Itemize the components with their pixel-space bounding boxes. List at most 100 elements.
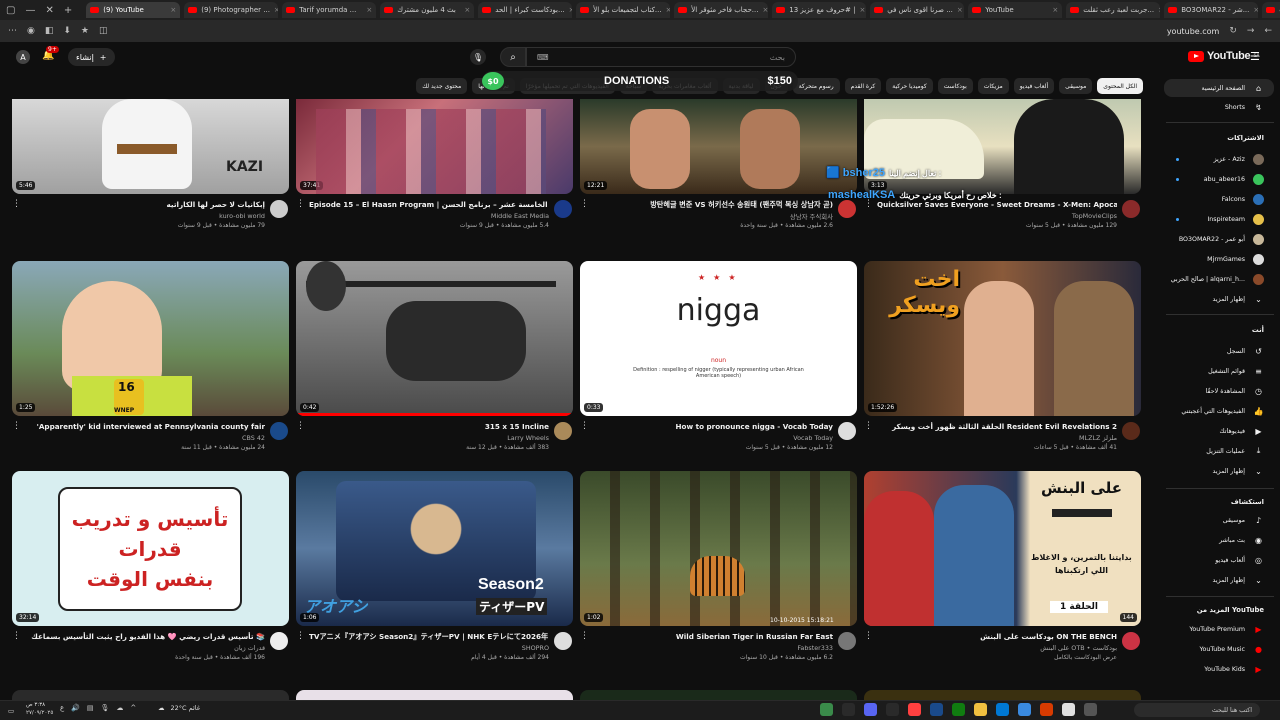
search-button[interactable]: ⌕ — [500, 47, 526, 67]
video-title[interactable]: 방탄헤글 변준 VS 허키선수 송원태 (팬주먹 복싱 상남자 곧) — [593, 200, 833, 210]
close-tab-icon[interactable]: × — [1253, 6, 1258, 14]
edge-icon[interactable] — [1018, 703, 1031, 716]
video-title[interactable]: تأسيس قدرات ريضي 🩷 هذا الفديو راح يثبت ا… — [25, 632, 265, 641]
browser-tab[interactable]: YouTube × — [968, 2, 1063, 18]
guide-menu-icon[interactable]: ☰ — [1250, 50, 1260, 63]
menu-dots-icon[interactable]: ⋯ — [8, 26, 17, 36]
taskbar-search-input[interactable]: اكتب هنا للبحث — [1134, 703, 1260, 717]
more-options-icon[interactable]: ⋮ — [12, 631, 21, 641]
notifications-bell-icon[interactable]: 🔔 9+ — [42, 46, 59, 64]
channel-avatar[interactable] — [1122, 422, 1140, 440]
video-card[interactable]: 0:42 315 x 15 Incline Larry Wheels 383 ألف … — [296, 261, 573, 486]
sidebar-item-channel[interactable]: Falcons — [1158, 190, 1280, 208]
network-icon[interactable]: ▤ — [87, 704, 94, 712]
channel-name[interactable]: Vocab Today — [793, 434, 833, 442]
video-title[interactable]: الحلقة الثالثة ظهور أخت ويسكر Resident E… — [877, 422, 1117, 431]
video-title[interactable]: How to pronounce nigga - Vocab Today — [593, 422, 833, 431]
channel-avatar[interactable] — [838, 200, 856, 218]
reload-icon[interactable]: ↻ — [1229, 26, 1237, 36]
filter-chip[interactable]: الكل المحتوى — [1097, 78, 1143, 94]
channel-name[interactable]: 상남자 주식회사 — [790, 212, 833, 221]
video-title[interactable]: بودكاست على البنش ON THE BENCH — [877, 632, 1117, 641]
filter-chip[interactable]: كوميديا حركية — [886, 78, 933, 94]
close-tab-icon[interactable]: × — [1158, 6, 1160, 14]
close-tab-icon[interactable]: × — [366, 6, 372, 14]
close-tab-icon[interactable]: × — [762, 6, 768, 14]
video-thumbnail[interactable]: 12:21 — [580, 99, 857, 194]
minimize-icon[interactable]: ▢ — [6, 5, 15, 16]
video-thumbnail[interactable]: 0:33 ★★★ nigga noun Definition : respelling … — [580, 261, 857, 416]
sidebar-item-you[interactable]: المشاهدة لاحقًا ◷ — [1158, 382, 1280, 400]
file-explorer-icon[interactable] — [974, 703, 987, 716]
filter-chip[interactable]: كرة القدم — [844, 78, 882, 94]
epic-games-icon[interactable] — [886, 703, 899, 716]
back-icon[interactable]: ← — [1264, 26, 1272, 36]
app-icon[interactable] — [908, 703, 921, 716]
video-thumbnail[interactable] — [580, 690, 857, 700]
bookmark-star-icon[interactable]: ★ — [81, 26, 89, 36]
keyboard-icon[interactable]: ⌨ — [537, 53, 549, 62]
create-button[interactable]: إنشاء + — [68, 48, 115, 66]
filter-chip[interactable]: رسوم متحركة — [792, 78, 840, 94]
channel-name[interactable]: Middle East Media — [491, 212, 549, 220]
channel-avatar[interactable] — [270, 422, 288, 440]
restore-icon[interactable]: — — [25, 5, 35, 16]
video-thumbnail[interactable]: 3:13 — [864, 99, 1141, 194]
steam-icon[interactable] — [930, 703, 943, 716]
close-tab-icon[interactable]: × — [1052, 6, 1058, 14]
channel-name[interactable]: على البنش OTB • بودكاست — [1040, 644, 1117, 652]
sidebar-item-more[interactable]: YouTube Premium ▶ — [1158, 620, 1280, 638]
video-card[interactable]: 1:25 16 WNEP 'Apparently' kid interviewed a… — [12, 261, 289, 486]
channel-name[interactable]: قدرات زيان — [234, 644, 265, 652]
sidebar-show-more[interactable]: إظهار المزيد ⌄ — [1158, 290, 1280, 308]
video-title[interactable]: 315 x 15 Incline — [309, 422, 549, 431]
app-icon[interactable] — [820, 703, 833, 716]
search-input[interactable]: بحث ⌨ — [526, 47, 796, 67]
sidebar-item-home[interactable]: الصفحة الرئيسية ⌂ — [1164, 79, 1274, 97]
account-avatar[interactable]: A — [16, 50, 30, 64]
browser-tab[interactable]: Tarif yorumda ... × — [282, 2, 377, 18]
sidebar-item-you[interactable]: السجل ↺ — [1158, 342, 1280, 360]
close-tab-icon[interactable]: × — [859, 6, 865, 14]
close-tab-icon[interactable]: × — [569, 6, 573, 14]
browser-tab[interactable]: كتاب لتجميعات بلو الأ... × — [576, 2, 671, 18]
forward-icon[interactable]: → — [1247, 26, 1255, 36]
browser-tab[interactable]: حروف مع عزيز 13# | × — [772, 2, 867, 18]
media-icon[interactable] — [842, 703, 855, 716]
more-options-icon[interactable]: ⋮ — [296, 631, 305, 641]
filter-chip[interactable]: بودكاست — [937, 78, 973, 94]
sidebar-item-channel[interactable]: BO3OMAR22 - أبو عمر — [1158, 230, 1280, 248]
video-title[interactable]: Quicksilver Saves Everyone - Sweet Dream… — [877, 200, 1117, 209]
video-thumbnail[interactable]: 1:0210-10-2015 15:18:21 — [580, 471, 857, 626]
video-title[interactable]: TVアニメ『アオアシ Season2』ティザーPV | NHK Eテレにて202… — [309, 632, 549, 642]
close-tab-icon[interactable]: × — [464, 6, 470, 14]
cast-icon[interactable]: ◫ — [99, 26, 108, 36]
sidebar-item-channel[interactable]: abu_abeer16 — [1158, 170, 1280, 188]
browser-tab[interactable]: بث 4 مليون مشترك × — [380, 2, 475, 18]
sidebar-item-channel[interactable]: Inspireteam — [1158, 210, 1280, 228]
channel-avatar[interactable] — [554, 200, 572, 218]
video-card[interactable]: 1:52:26 اخت ويسكر الحلقة الثالثة ظهور أخت … — [864, 261, 1141, 486]
video-thumbnail[interactable]: 1:06 アオアシ Season2 ティザーPV — [296, 471, 573, 626]
filter-chip[interactable]: موسيقى — [1059, 78, 1093, 94]
more-options-icon[interactable]: ⋮ — [580, 421, 589, 431]
video-thumbnail[interactable]: 144 على البنش بدايتنا بالتمرين، و الاغلاط … — [864, 471, 1141, 626]
more-options-icon[interactable]: ⋮ — [864, 631, 873, 641]
channel-name[interactable]: SHOPRO — [522, 644, 549, 652]
video-card[interactable]: 32:14 تأسيس و تدريب قدرات بنفس الوقت تأسيس ق… — [12, 471, 289, 696]
channel-name[interactable]: kuro-obi world — [219, 212, 265, 220]
channel-avatar[interactable] — [838, 632, 856, 650]
close-tab-icon[interactable]: × — [170, 6, 176, 14]
video-card[interactable]: 0:33 ★★★ nigga noun Definition : respelling … — [580, 261, 857, 486]
video-thumbnail[interactable]: 37:41 — [296, 99, 573, 194]
video-card[interactable]: 3:13 Quicksilver Saves Everyone - Sweet D… — [864, 99, 1141, 264]
close-tab-icon[interactable]: × — [666, 6, 671, 14]
channel-avatar[interactable] — [838, 422, 856, 440]
downloads-icon[interactable]: ⬇ — [63, 26, 71, 36]
profile-icon[interactable]: ◉ — [27, 26, 35, 36]
sidebar-item-shorts[interactable]: Shorts ↯ — [1158, 98, 1280, 116]
browser-tab[interactable]: BO3OMAR22 - شر... × — [1164, 2, 1259, 18]
sidebar-item-explore[interactable]: بث مباشر ◉ — [1158, 531, 1280, 549]
sidebar-item-explore[interactable]: ألعاب فيديو ◎ — [1158, 551, 1280, 569]
more-options-icon[interactable]: ⋮ — [12, 199, 21, 209]
